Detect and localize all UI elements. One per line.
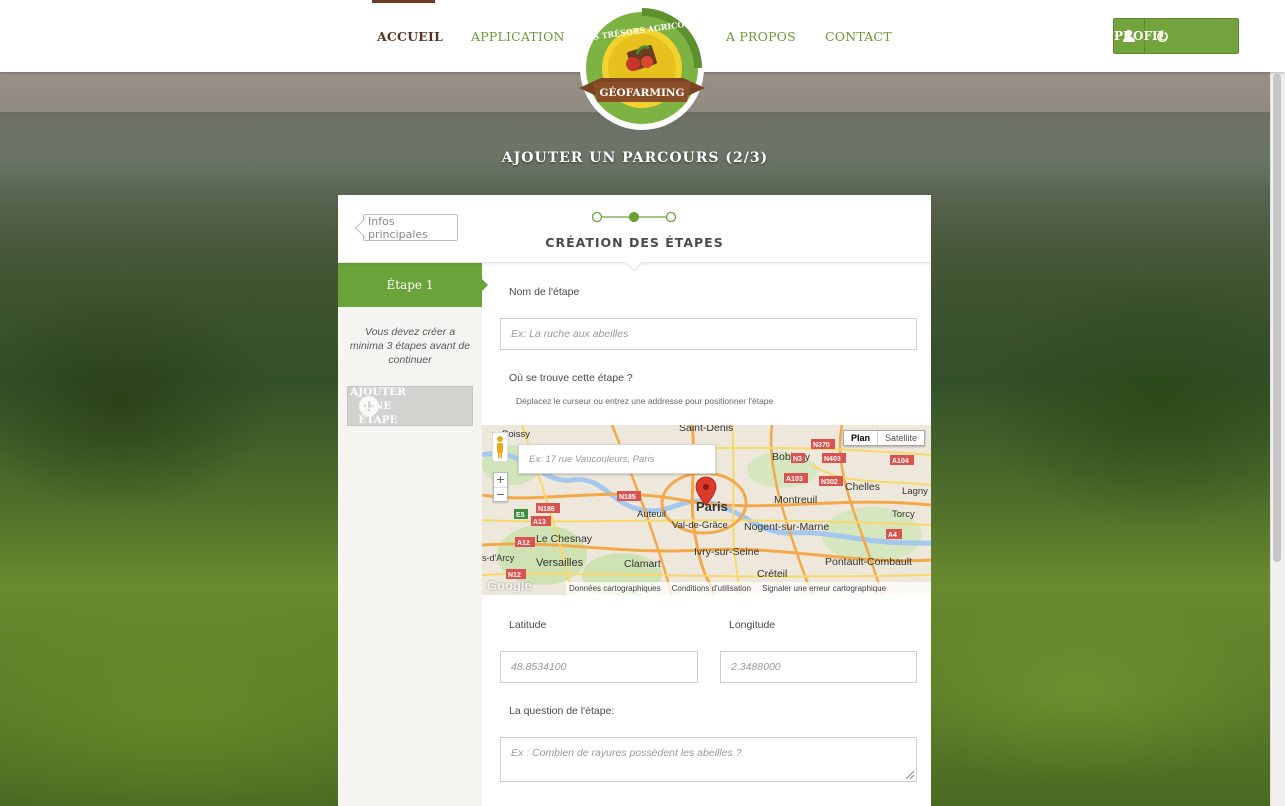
page-title: AJOUTER UN PARCOURS (2/3) (501, 150, 769, 166)
geofarming-logo[interactable]: GÉOFARMING LES TRÉSORS AGRICOLES (571, 2, 713, 134)
map-footer: Données cartographiques Conditions d'uti… (566, 582, 931, 595)
nav-accueil[interactable]: ACCUEIL (377, 29, 443, 44)
road-a13: A13 (533, 519, 546, 526)
map-terms-link[interactable]: Conditions d'utilisation (672, 584, 751, 593)
location-hint: Déplacez le curseur ou entrez une addres… (516, 396, 774, 406)
map-place-s-darcy: s-d'Arcy (482, 553, 515, 563)
latitude-label: Latitude (509, 619, 547, 631)
longitude-input[interactable]: 2.3488000 (720, 651, 917, 683)
road-a4: A4 (888, 532, 897, 539)
nav-active-indicator (372, 0, 435, 3)
road-a12: A12 (517, 540, 530, 547)
add-step-button[interactable]: AJOUTER UNE ÉTAPE (347, 386, 473, 426)
step-form: Nom de l'étape Ex: La ruche aux abeilles… (482, 263, 931, 806)
steps-progress-indicator (592, 211, 676, 223)
google-logo: Google (487, 578, 532, 593)
question-label: La question de l'étape: (509, 705, 615, 717)
road-a103: A103 (786, 476, 803, 483)
add-step-label-1: AJOUTER (350, 386, 406, 398)
parcours-card: Infos principales CRÉATION DES ÉTAPES Ét… (338, 195, 931, 806)
map-place-pontault: Pontault-Combault (825, 556, 912, 568)
map-zoom-control: + − (493, 472, 508, 502)
card-heading: CRÉATION DES ÉTAPES (545, 235, 724, 250)
map-place-torcy: Torcy (892, 509, 915, 520)
road-n186: N186 (538, 506, 555, 513)
sidebar-note: Vous devez créer a minima 3 étapes avant… (349, 326, 471, 366)
road-n302: N302 (821, 479, 838, 486)
question-textarea[interactable]: Ex : Combien de rayures possèdent les ab… (500, 737, 917, 782)
map-place-creteil: Créteil (757, 568, 787, 580)
page-scrollbar-thumb[interactable] (1273, 74, 1281, 562)
map-data-link[interactable]: Données cartographiques (569, 584, 661, 593)
road-e5: E5 (516, 512, 525, 519)
road-n3: N3 (793, 456, 802, 463)
map-place-paris: Paris (696, 499, 728, 514)
map-type-plan-button[interactable]: Plan (844, 431, 878, 445)
step-name-input[interactable]: Ex: La ruche aux abeilles (500, 318, 917, 350)
map-place-nogent: Nogent-sur-Marne (744, 521, 829, 533)
map-place-val-de-grace: Val-de-Grâce (672, 520, 728, 531)
latitude-input[interactable]: 48.8534100 (500, 651, 698, 683)
step-name-label: Nom de l'étape (509, 286, 580, 298)
map-place-auteuil: Auteuil (637, 509, 666, 520)
road-n185: N185 (619, 494, 636, 501)
map-report-error-link[interactable]: Signaler une erreur cartographique (762, 584, 886, 593)
location-label: Où se trouve cette étape ? (509, 372, 633, 384)
progress-step-1 (592, 211, 603, 223)
sidebar-step-1[interactable]: Étape 1 (338, 263, 488, 307)
textarea-resize-handle[interactable] (906, 771, 914, 779)
logo-ribbon-text: GÉOFARMING (600, 85, 685, 99)
nav-contact[interactable]: CONTACT (825, 29, 892, 44)
zoom-in-button[interactable]: + (494, 473, 507, 488)
steps-sidebar: Étape 1 Vous devez créer a minima 3 étap… (338, 263, 488, 806)
profile-button[interactable]: PROFIL (1114, 29, 1166, 43)
card-header: Infos principales CRÉATION DES ÉTAPES (338, 195, 931, 263)
progress-step-2 (628, 211, 640, 223)
road-n370: N370 (813, 442, 830, 449)
map-place-ivry: Ivry-sur-Seine (694, 546, 760, 558)
add-step-label-2: UNE ÉTAPE (358, 400, 398, 426)
profile-button-group: PROFIL (1113, 18, 1239, 54)
street-view-pegman-icon[interactable] (491, 431, 509, 463)
road-n403: N403 (824, 456, 841, 463)
zoom-out-button[interactable]: − (494, 488, 507, 502)
location-map[interactable]: Paris Saint-Denis Bobigny Montreuil Chel… (482, 425, 931, 595)
road-a104: A104 (892, 458, 909, 465)
map-place-clamart: Clamart (624, 558, 661, 570)
map-place-chelles: Chelles (845, 481, 880, 493)
progress-step-3 (665, 211, 676, 223)
longitude-label: Longitude (729, 619, 776, 631)
map-place-le-chesnay: Le Chesnay (536, 533, 593, 545)
map-type-satellite-button[interactable]: Satellite (878, 431, 924, 445)
map-address-search-input[interactable]: Ex: 17 rue Vaucouleurs, Paris (518, 444, 716, 474)
nav-application[interactable]: APPLICATION (471, 29, 565, 44)
map-place-saint-denis: Saint-Denis (679, 425, 733, 434)
map-type-control: Plan Satellite (842, 430, 925, 446)
map-place-versailles: Versailles (536, 557, 584, 569)
nav-a-propos[interactable]: A PROPOS (726, 29, 796, 44)
map-place-lagny: Lagny (902, 486, 928, 497)
map-place-montreuil: Montreuil (774, 494, 817, 506)
question-placeholder: Ex : Combien de rayures possèdent les ab… (511, 747, 742, 759)
